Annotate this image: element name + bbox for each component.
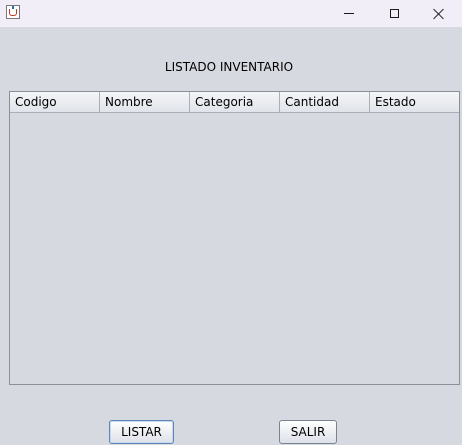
maximize-button[interactable] bbox=[371, 0, 417, 27]
column-header-estado[interactable]: Estado bbox=[370, 92, 459, 112]
title-bar bbox=[0, 0, 462, 27]
column-header-categoria[interactable]: Categoria bbox=[190, 92, 280, 112]
minimize-button[interactable] bbox=[326, 0, 372, 27]
java-cup-icon bbox=[6, 5, 20, 19]
close-button[interactable] bbox=[416, 0, 462, 27]
column-header-codigo[interactable]: Codigo bbox=[10, 92, 100, 112]
page-title: LISTADO INVENTARIO bbox=[164, 60, 294, 74]
table-header: Codigo Nombre Categoria Cantidad Estado bbox=[10, 92, 459, 113]
column-header-nombre[interactable]: Nombre bbox=[100, 92, 190, 112]
column-header-cantidad[interactable]: Cantidad bbox=[280, 92, 370, 112]
close-icon bbox=[433, 8, 445, 20]
listar-button[interactable]: LISTAR bbox=[109, 420, 174, 444]
maximize-icon bbox=[389, 9, 399, 18]
minimize-icon bbox=[344, 13, 354, 14]
inventory-table[interactable]: Codigo Nombre Categoria Cantidad Estado bbox=[9, 91, 460, 385]
salir-button[interactable]: SALIR bbox=[279, 420, 337, 444]
